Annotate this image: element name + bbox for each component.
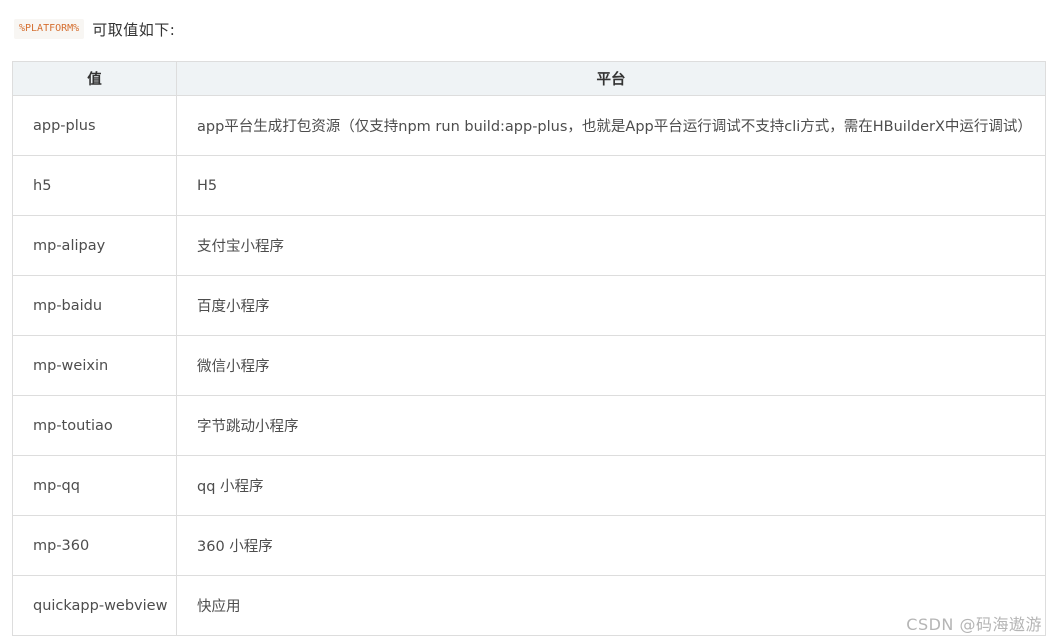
cell-platform: app平台生成打包资源（仅支持npm run build:app-plus，也就…	[176, 95, 1046, 156]
cell-value: mp-toutiao	[12, 395, 177, 456]
cell-platform: qq 小程序	[176, 455, 1046, 516]
cell-platform: 360 小程序	[176, 515, 1046, 576]
cell-platform: 微信小程序	[176, 335, 1046, 396]
cell-value: mp-alipay	[12, 215, 177, 276]
platform-table: 值 平台 app-plus app平台生成打包资源（仅支持npm run bui…	[12, 61, 1046, 636]
header-value: 值	[12, 61, 177, 96]
cell-value: mp-360	[12, 515, 177, 576]
cell-value: mp-weixin	[12, 335, 177, 396]
table-row: mp-toutiao 字节跳动小程序	[12, 395, 1046, 456]
intro-text: 可取值如下:	[92, 20, 176, 39]
table-row: mp-qq qq 小程序	[12, 455, 1046, 516]
cell-value: h5	[12, 155, 177, 216]
cell-value: mp-baidu	[12, 275, 177, 336]
csdn-watermark: CSDN @码海遨游	[906, 615, 1042, 634]
cell-platform: 支付宝小程序	[176, 215, 1046, 276]
table-header-row: 值 平台	[12, 61, 1046, 96]
intro-line: %PLATFORM% 可取值如下:	[14, 17, 175, 41]
cell-value: app-plus	[12, 95, 177, 156]
table-row: mp-360 360 小程序	[12, 515, 1046, 576]
header-platform: 平台	[176, 61, 1046, 96]
table-row: quickapp-webview 快应用	[12, 575, 1046, 636]
table-row: app-plus app平台生成打包资源（仅支持npm run build:ap…	[12, 95, 1046, 156]
cell-platform: H5	[176, 155, 1046, 216]
table-row: mp-alipay 支付宝小程序	[12, 215, 1046, 276]
table-row: mp-weixin 微信小程序	[12, 335, 1046, 396]
table-row: h5 H5	[12, 155, 1046, 216]
cell-platform: 百度小程序	[176, 275, 1046, 336]
cell-value: quickapp-webview	[12, 575, 177, 636]
cell-platform: 字节跳动小程序	[176, 395, 1046, 456]
cell-value: mp-qq	[12, 455, 177, 516]
platform-code-tag: %PLATFORM%	[14, 19, 85, 39]
table-row: mp-baidu 百度小程序	[12, 275, 1046, 336]
